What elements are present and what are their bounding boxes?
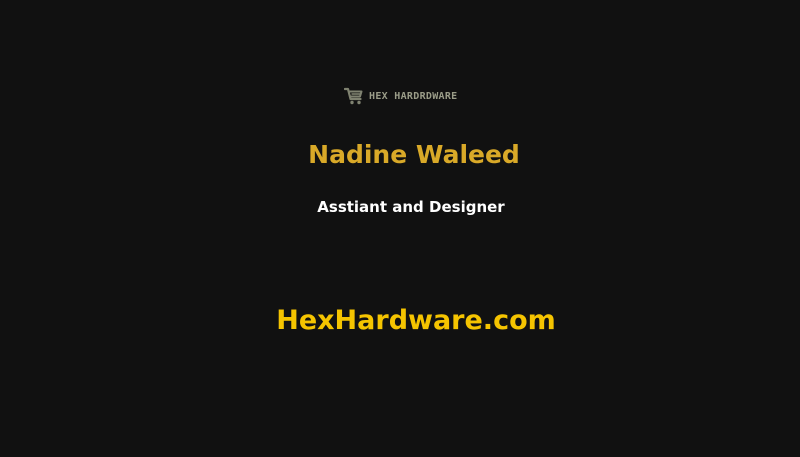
person-name: Nadine Waleed xyxy=(308,140,520,169)
brand-logo-text: HEX HARDRDWARE xyxy=(369,90,458,102)
person-role: Asstiant and Designer xyxy=(317,198,505,216)
brand-logo: HEX HARDRDWARE xyxy=(344,85,458,107)
website-link[interactable]: HexHardware.com xyxy=(0,305,800,336)
shopping-cart-icon xyxy=(344,87,363,105)
